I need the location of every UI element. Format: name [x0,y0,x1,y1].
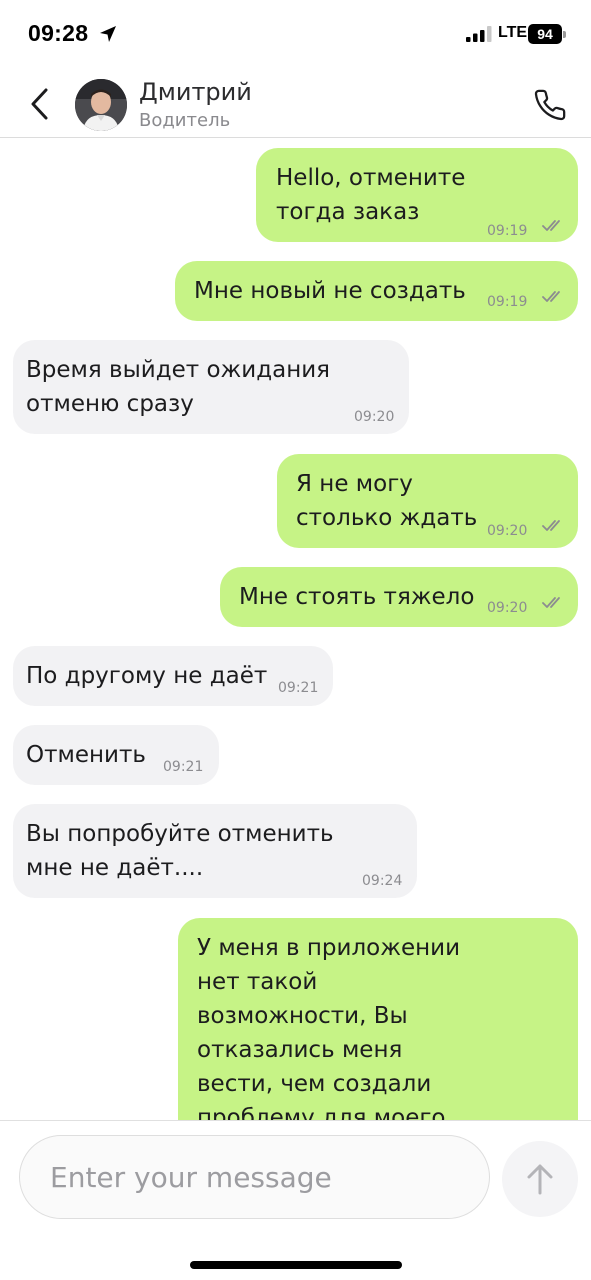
driver-photo [75,79,127,131]
composer-bar [0,1120,591,1280]
send-button[interactable] [502,1141,578,1217]
avatar[interactable] [75,79,127,131]
double-check-icon [542,520,560,531]
message-bubble-outgoing[interactable]: Я не могу столько ждать 09:20 [277,454,578,548]
battery-cap [563,31,566,38]
message-text: Я не могу столько ждать [296,471,478,531]
message-time: 09:19 [487,223,528,239]
double-check-icon [542,291,560,302]
double-check-icon [542,597,560,608]
message-bubble-outgoing[interactable]: Мне новый не создать 09:19 [175,261,578,321]
message-time: 09:20 [487,600,528,616]
back-button[interactable] [22,84,58,124]
message-text: Время выйдет ожидания отменю сразу [26,357,331,417]
call-button[interactable] [531,86,569,124]
message-time: 09:20 [354,409,395,425]
message-text: Мне новый не создать [194,278,466,304]
chevron-left-icon [31,88,48,120]
message-time: 09:20 [487,523,528,539]
status-time: 09:28 [28,20,89,46]
message-time: 09:21 [278,680,319,696]
message-bubble-incoming[interactable]: По другому не даёт 09:21 [13,646,333,706]
message-bubble-outgoing[interactable]: Hello, отмените тогда заказ 09:19 [256,148,578,242]
message-text: У меня в приложении нет такой возможност… [197,935,461,1120]
message-time: 09:24 [362,873,403,889]
message-text: Вы попробуйте отменить мне не даёт.... [26,821,334,881]
message-input[interactable] [19,1135,490,1219]
contact-role: Водитель [139,110,231,131]
message-bubble-incoming[interactable]: Время выйдет ожидания отменю сразу 09:20 [13,340,409,434]
message-list[interactable]: Hello, отмените тогда заказ 09:19 Мне но… [0,139,591,1120]
message-text: Мне стоять тяжело [239,584,475,610]
message-bubble-outgoing[interactable]: Мне стоять тяжело 09:20 [220,567,578,627]
message-text: Hello, отмените тогда заказ [276,165,466,225]
phone-icon [534,89,566,121]
message-time: 09:21 [163,759,204,775]
chat-header: Дмитрий Водитель [0,70,591,138]
signal-bars-icon [466,26,492,42]
home-indicator [190,1261,402,1269]
message-text: По другому не даёт [26,663,268,689]
message-time: 09:19 [487,294,528,310]
network-type: LTE [498,24,528,41]
contact-name: Дмитрий [139,78,252,106]
double-check-icon [542,220,560,231]
battery-level: 94 [537,26,553,42]
message-bubble-outgoing[interactable]: У меня в приложении нет такой возможност… [178,918,578,1120]
arrow-up-icon [527,1164,553,1195]
battery-icon: 94 [528,24,562,44]
location-arrow-icon [100,26,116,42]
status-bar: 09:28 LTE 94 [0,0,591,70]
message-bubble-incoming[interactable]: Отменить 09:21 [13,725,219,785]
message-bubble-incoming[interactable]: Вы попробуйте отменить мне не даёт.... 0… [13,804,417,898]
message-text: Отменить [26,742,146,768]
